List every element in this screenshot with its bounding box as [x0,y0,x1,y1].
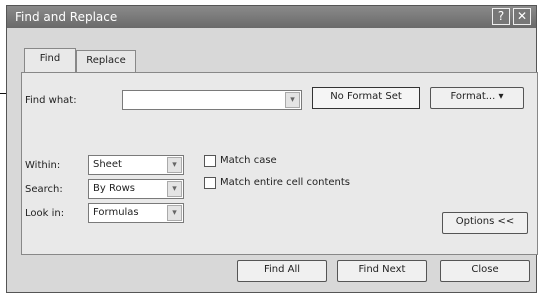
chevron-down-icon[interactable]: ▾ [167,157,182,173]
tab-find-label: Find [39,53,61,64]
find-what-label: Find what: [25,95,77,106]
match-entire-label: Match entire cell contents [220,177,350,188]
within-select[interactable]: Sheet ▾ [88,155,184,175]
find-panel: Find what: ▾ No Format Set Format... ▾ W… [21,72,538,255]
tab-replace[interactable]: Replace [76,50,136,72]
tab-replace-label: Replace [86,55,126,66]
no-format-text: No Format Set [330,91,402,102]
search-value: By Rows [93,183,135,194]
find-all-label: Find All [263,264,301,275]
find-next-label: Find Next [358,264,406,275]
help-icon[interactable]: ? [492,8,510,25]
dialog-title: Find and Replace [15,10,118,24]
match-entire-checkbox[interactable] [204,177,216,189]
find-all-button[interactable]: Find All [237,260,327,282]
match-case-label: Match case [220,155,277,166]
within-value: Sheet [93,159,122,170]
chevron-down-icon[interactable]: ▾ [167,205,182,221]
lookin-select[interactable]: Formulas ▾ [88,203,184,223]
title-bar: Find and Replace ? ✕ [7,6,536,28]
search-select[interactable]: By Rows ▾ [88,179,184,199]
find-next-button[interactable]: Find Next [337,260,427,282]
close-icon[interactable]: ✕ [513,8,531,25]
find-what-input[interactable]: ▾ [122,90,302,110]
format-button[interactable]: Format... ▾ [430,87,524,109]
options-button-label: Options << [455,216,515,227]
match-case-checkbox[interactable] [204,155,216,167]
chevron-down-icon[interactable]: ▾ [285,92,300,108]
search-label: Search: [25,184,63,195]
options-button[interactable]: Options << [442,212,528,234]
tab-find[interactable]: Find [24,48,76,72]
chevron-down-icon[interactable]: ▾ [167,181,182,197]
format-preview: No Format Set [312,87,420,109]
find-replace-dialog: Find and Replace ? ✕ Find Replace Find w… [6,5,538,293]
within-label: Within: [25,160,61,171]
close-button-label: Close [471,264,499,275]
lookin-value: Formulas [93,207,139,218]
close-button[interactable]: Close [440,260,530,282]
lookin-label: Look in: [25,208,65,219]
format-button-label: Format... ▾ [450,91,504,102]
